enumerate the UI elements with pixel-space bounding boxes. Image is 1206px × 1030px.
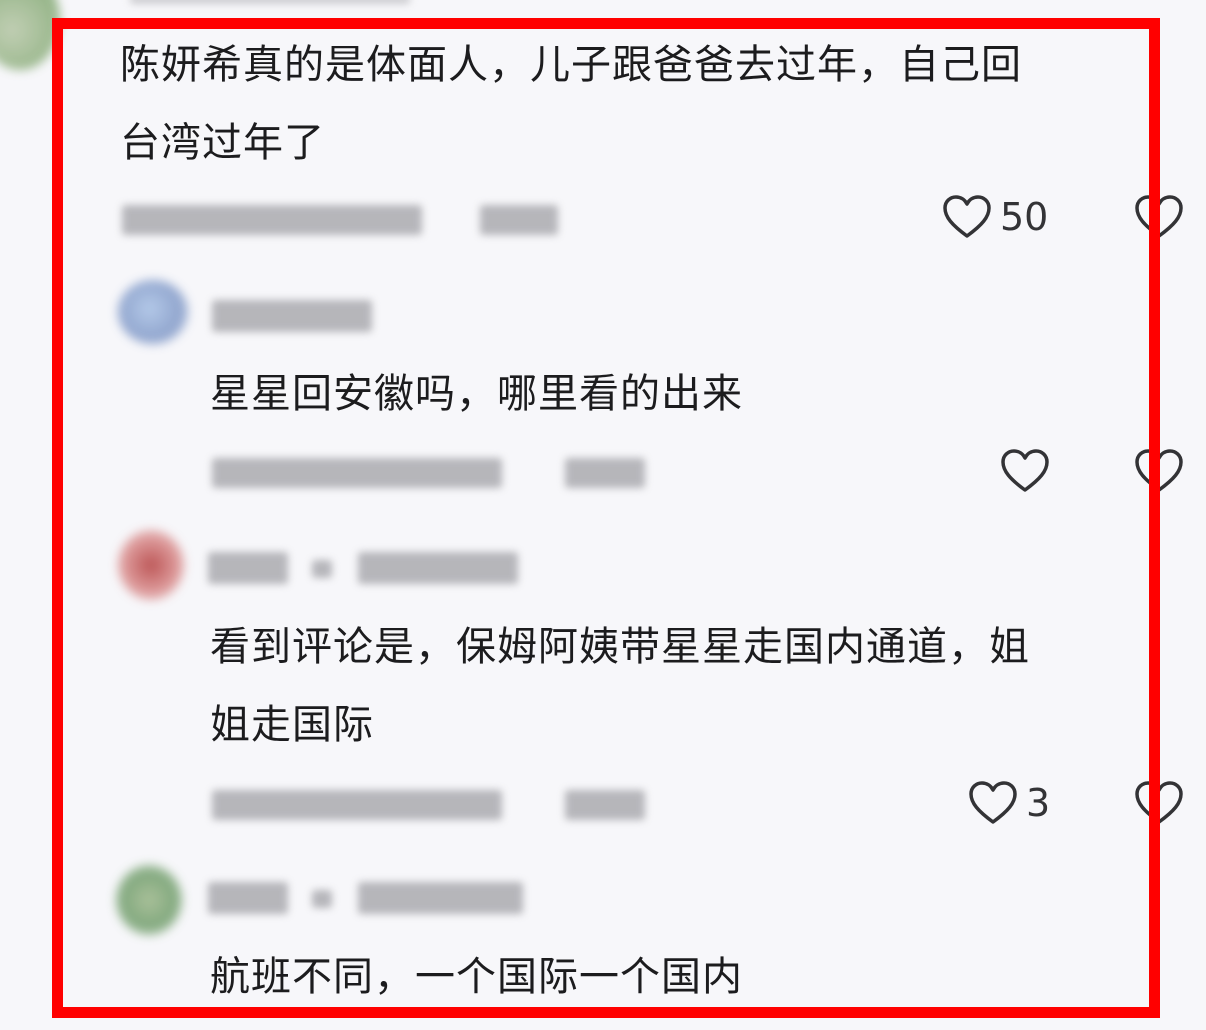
- comment-text: 航班不同，一个国际一个国内: [210, 954, 743, 1000]
- like-count: 3: [1026, 781, 1051, 825]
- comment-meta-blurred: [122, 205, 422, 235]
- heart-outline-icon: [969, 781, 1017, 824]
- username-blurred: [212, 300, 372, 332]
- like-button[interactable]: 50: [942, 194, 1048, 240]
- username-blurred: [358, 882, 523, 914]
- avatar[interactable]: [0, 0, 60, 70]
- heart-outline-icon[interactable]: [1134, 448, 1184, 494]
- username-blurred: [208, 552, 288, 584]
- like-button[interactable]: [1000, 448, 1058, 494]
- username-blurred: [208, 882, 288, 914]
- comment-meta-blurred: [212, 458, 502, 488]
- avatar[interactable]: [118, 280, 188, 344]
- like-button[interactable]: 3: [968, 780, 1050, 826]
- reply-target-blurred: [312, 560, 332, 578]
- username-blurred: [130, 0, 410, 4]
- heart-outline-icon[interactable]: [1134, 780, 1184, 826]
- comment-text: 看到评论是，保姆阿姨带星星走国内通道，姐 姐走国际: [210, 624, 1030, 748]
- like-count: 50: [1000, 195, 1049, 239]
- heart-outline-icon: [1001, 449, 1049, 492]
- comment-screen: 陈妍希真的是体面人，儿子跟爸爸去过年，自己回 台湾过年了 50 星星回安徽吗，哪…: [0, 0, 1206, 1030]
- reply-target-blurred: [312, 890, 332, 908]
- reply-button-blurred[interactable]: [565, 458, 645, 488]
- reply-button-blurred[interactable]: [480, 205, 558, 235]
- comment-meta-blurred: [212, 790, 502, 820]
- heart-outline-icon[interactable]: [1134, 194, 1184, 240]
- avatar[interactable]: [118, 530, 184, 600]
- avatar[interactable]: [116, 865, 182, 935]
- heart-outline-icon: [943, 195, 991, 238]
- comment-text: 陈妍希真的是体面人，儿子跟爸爸去过年，自己回 台湾过年了: [120, 42, 1022, 166]
- username-blurred: [358, 552, 518, 584]
- comment-text: 星星回安徽吗，哪里看的出来: [210, 371, 743, 417]
- reply-button-blurred[interactable]: [565, 790, 645, 820]
